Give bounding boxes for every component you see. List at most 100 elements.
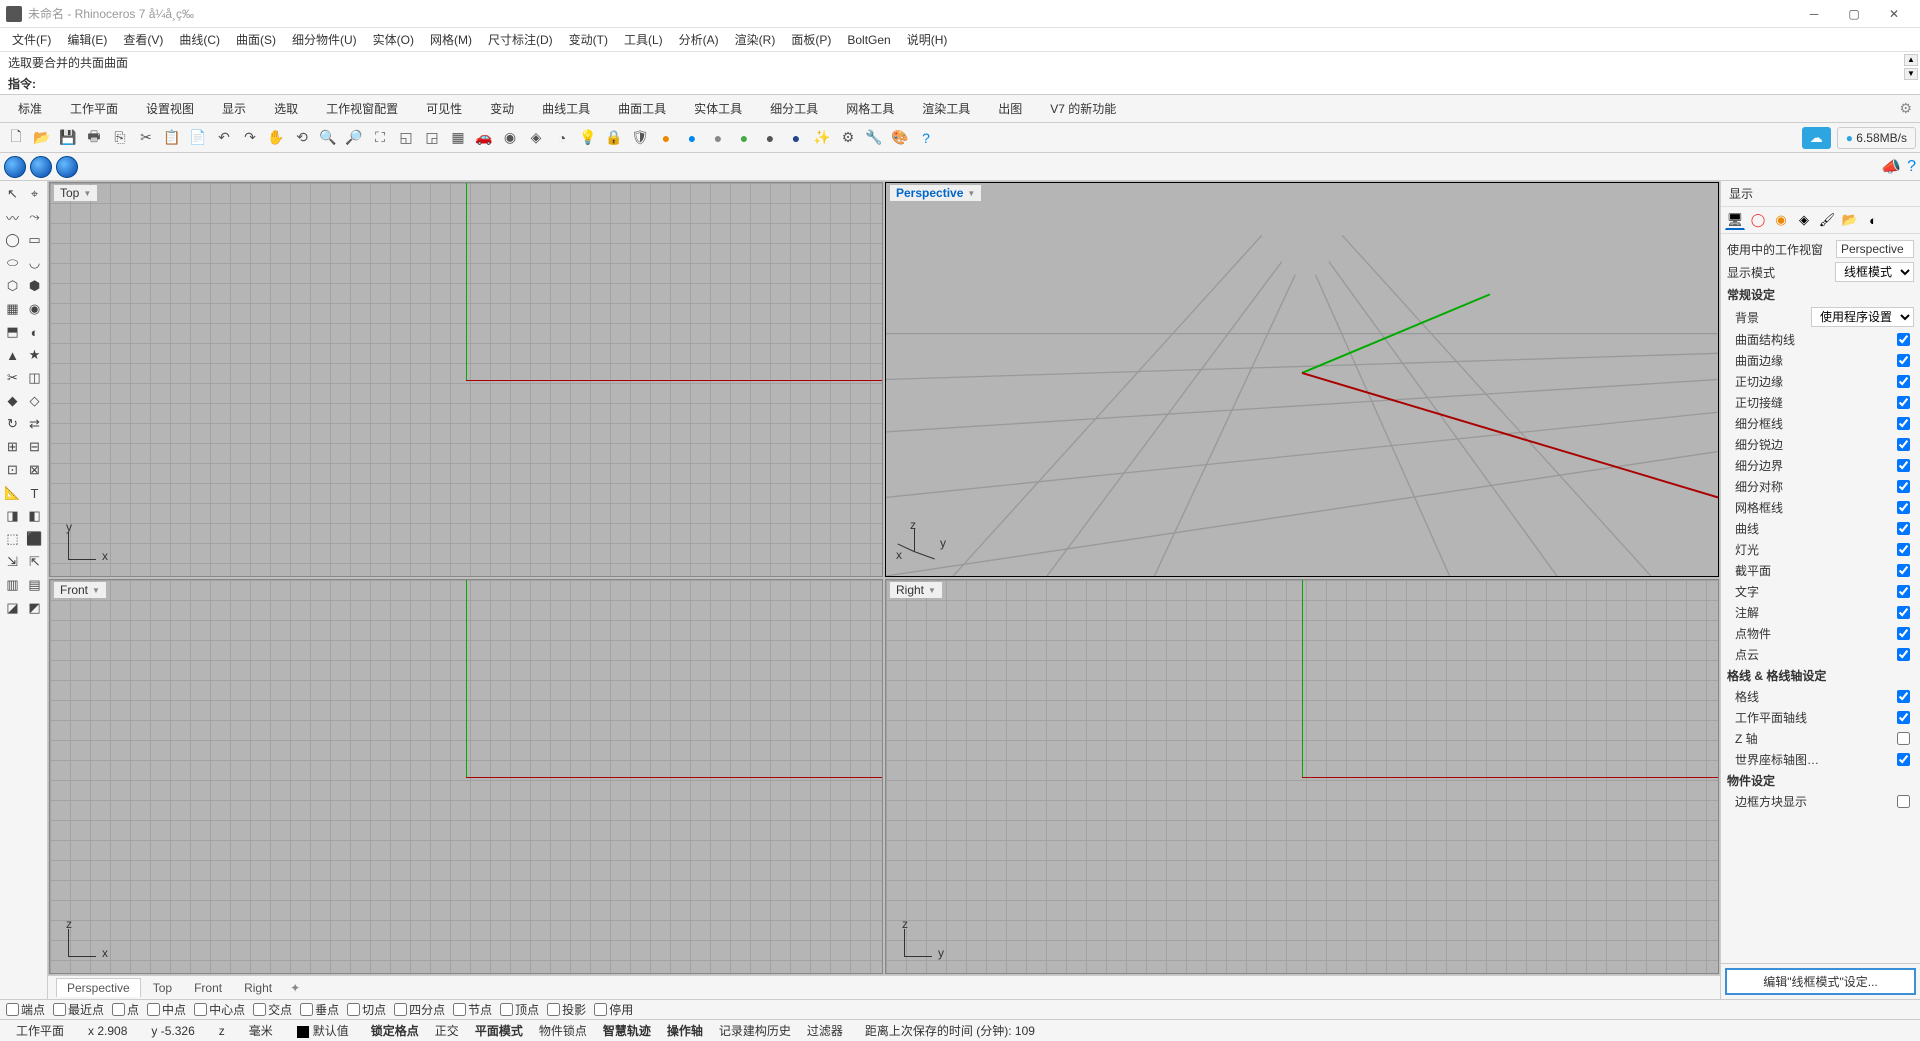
pan-icon[interactable]: ✋: [264, 126, 288, 150]
osnap-checkbox[interactable]: [394, 1003, 407, 1016]
toolbar-tab[interactable]: 变动: [476, 96, 528, 121]
osnap-checkbox[interactable]: [500, 1003, 513, 1016]
save-icon[interactable]: 💾: [56, 126, 80, 150]
osnap-item[interactable]: 中心点: [194, 1001, 245, 1018]
status-toggle[interactable]: 过滤器: [799, 1022, 851, 1039]
panel-tab-layers-icon[interactable]: ◈: [1794, 210, 1814, 230]
viewport-tab[interactable]: Top: [143, 979, 182, 997]
menu-item[interactable]: 文件(F): [4, 29, 59, 50]
tool-button[interactable]: ▲: [2, 344, 23, 366]
toolbar-tab[interactable]: 显示: [208, 96, 260, 121]
tool-button[interactable]: ⇲: [2, 551, 23, 573]
osnap-checkbox[interactable]: [347, 1003, 360, 1016]
toolbar-tab[interactable]: 网格工具: [832, 96, 908, 121]
panel-tab-render-icon[interactable]: ◯: [1748, 210, 1768, 230]
viewport-tab[interactable]: Perspective: [56, 978, 141, 997]
tool-button[interactable]: ▭: [24, 229, 45, 251]
status-toggle[interactable]: 物件锁点: [531, 1022, 595, 1039]
tool-button[interactable]: ⬚: [2, 528, 23, 550]
tool-button[interactable]: 〰: [2, 206, 23, 228]
menu-item[interactable]: 曲面(S): [228, 29, 284, 50]
toolbar-tab[interactable]: 标准: [4, 96, 56, 121]
tool-button[interactable]: T: [24, 482, 45, 504]
check-box[interactable]: [1897, 690, 1910, 703]
osnap-item[interactable]: 顶点: [500, 1001, 539, 1018]
tool-button[interactable]: 📐: [2, 482, 23, 504]
menu-item[interactable]: 尺寸标注(D): [480, 29, 561, 50]
tool-button[interactable]: ◯: [2, 229, 23, 251]
tool-button[interactable]: ▤: [24, 574, 45, 596]
osnap-checkbox[interactable]: [594, 1003, 607, 1016]
redo-icon[interactable]: ↷: [238, 126, 262, 150]
check-box[interactable]: [1897, 732, 1910, 745]
osnap-item[interactable]: 交点: [253, 1001, 292, 1018]
menu-item[interactable]: 分析(A): [671, 29, 727, 50]
tool-button[interactable]: ↻: [2, 413, 23, 435]
tool-button[interactable]: ⊠: [24, 459, 45, 481]
check-box[interactable]: [1897, 417, 1910, 430]
toolbar-tab[interactable]: 工作视窗配置: [312, 96, 412, 121]
status-toggle[interactable]: 锁定格点: [363, 1022, 427, 1039]
tool-button[interactable]: ◨: [2, 505, 23, 527]
options-icon[interactable]: ⚙: [836, 126, 860, 150]
viewport-top-label[interactable]: Top▼: [54, 185, 97, 201]
viewport-perspective-label[interactable]: Perspective▼: [890, 185, 981, 201]
panel-tab-prop-icon[interactable]: 🖌: [1817, 210, 1837, 230]
status-layer[interactable]: 默认值: [287, 1022, 359, 1039]
osnap-item[interactable]: 最近点: [53, 1001, 104, 1018]
status-toggle[interactable]: 记录建构历史: [711, 1022, 799, 1039]
zoom-extents-icon[interactable]: ⛶: [368, 126, 392, 150]
status-unit[interactable]: 毫米: [239, 1022, 283, 1039]
viewport-top[interactable]: Top▼ y x: [49, 182, 883, 577]
osnap-checkbox[interactable]: [147, 1003, 160, 1016]
check-box[interactable]: [1897, 522, 1910, 535]
render-xray-icon[interactable]: ●: [732, 126, 756, 150]
tool-button[interactable]: ▦: [2, 298, 23, 320]
viewport-right[interactable]: Right▼ z y: [885, 579, 1719, 974]
osnap-checkbox[interactable]: [453, 1003, 466, 1016]
render-shaded-icon[interactable]: ●: [654, 126, 678, 150]
print-icon[interactable]: 🖶: [82, 126, 106, 150]
viewport-tab[interactable]: Right: [234, 979, 282, 997]
osnap-item[interactable]: 投影: [547, 1001, 586, 1018]
check-box[interactable]: [1897, 333, 1910, 346]
tool-button[interactable]: ⇄: [24, 413, 45, 435]
tool-button[interactable]: ▥: [2, 574, 23, 596]
toolbar-tab[interactable]: 实体工具: [680, 96, 756, 121]
toolbar-tab[interactable]: 曲面工具: [604, 96, 680, 121]
osnap-checkbox[interactable]: [53, 1003, 66, 1016]
panel-tab-material-icon[interactable]: ◉: [1771, 210, 1791, 230]
check-box[interactable]: [1897, 501, 1910, 514]
menu-item[interactable]: 查看(V): [115, 29, 171, 50]
help-icon[interactable]: ?: [914, 126, 938, 150]
edit-display-mode-button[interactable]: 编辑"线框模式"设定...: [1725, 968, 1916, 995]
tool-button[interactable]: ⬭: [2, 252, 23, 274]
cycles-icon-3[interactable]: [56, 156, 78, 178]
osnap-checkbox[interactable]: [6, 1003, 19, 1016]
tool-button[interactable]: ◡: [24, 252, 45, 274]
menu-item[interactable]: 实体(O): [365, 29, 422, 50]
check-box[interactable]: [1897, 627, 1910, 640]
push-pull-icon[interactable]: 📣: [1881, 157, 1901, 177]
help2-icon[interactable]: ?: [1907, 158, 1916, 176]
menu-item[interactable]: BoltGen: [839, 31, 898, 49]
command-prompt[interactable]: 指令:: [0, 73, 1920, 94]
osnap-item[interactable]: 停用: [594, 1001, 633, 1018]
toolbar-tab[interactable]: 曲线工具: [528, 96, 604, 121]
open-icon[interactable]: 📂: [30, 126, 54, 150]
lock-icon[interactable]: 🔒: [602, 126, 626, 150]
osnap-item[interactable]: 垂点: [300, 1001, 339, 1018]
close-button[interactable]: ✕: [1874, 0, 1914, 28]
properties-icon[interactable]: 🔧: [862, 126, 886, 150]
check-box[interactable]: [1897, 480, 1910, 493]
set-cplane-icon[interactable]: ◈: [524, 126, 548, 150]
toolbar-tab[interactable]: 设置视图: [132, 96, 208, 121]
four-view-icon[interactable]: ▦: [446, 126, 470, 150]
toolbar-tab[interactable]: 细分工具: [756, 96, 832, 121]
osnap-checkbox[interactable]: [112, 1003, 125, 1016]
tool-button[interactable]: ◇: [24, 390, 45, 412]
check-box[interactable]: [1897, 585, 1910, 598]
tool-button[interactable]: ◪: [2, 597, 23, 619]
toolbar-tab[interactable]: 工作平面: [56, 96, 132, 121]
paste-icon[interactable]: 📋: [160, 126, 184, 150]
